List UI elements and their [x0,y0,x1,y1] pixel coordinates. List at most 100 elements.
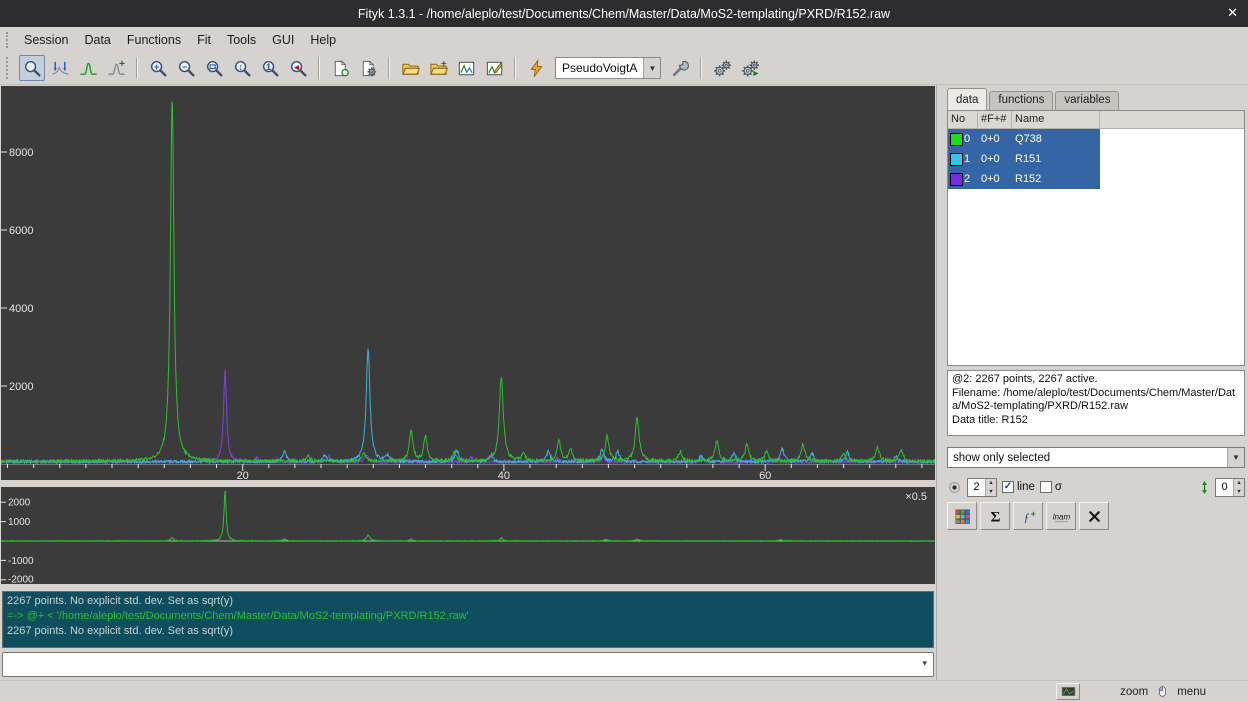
toolbar-separator [388,57,390,79]
menu-bar: SessionDataFunctionsFitToolsGUIHelp [0,27,1248,52]
filter-dropdown[interactable]: show only selected ▼ [947,447,1245,468]
data-row[interactable]: 20+0R152 [948,169,1244,189]
data-color-swatch[interactable] [950,173,963,186]
svg-text:-1000: -1000 [8,556,34,567]
function-type-value: PseudoVoigtA [556,61,643,75]
magnifier-icon [23,59,42,78]
copy-function-button[interactable]: ƒ+ [1013,502,1043,530]
toolbar-separator [700,57,702,79]
function-type-select[interactable]: PseudoVoigtA▼ [555,57,661,79]
zoom-100-button[interactable]: 1 [257,55,283,81]
close-button[interactable]: ✕ [1227,5,1238,20]
spin-down-icon[interactable]: ▼ [1234,488,1244,497]
data-list-header: No#F+#Name [948,111,1244,129]
shift-value: 0 [1216,479,1233,496]
svg-text:◂: ◂ [293,61,299,71]
sigma-icon: Σ [986,507,1005,526]
menu-functions[interactable]: Functions [119,30,189,50]
spinner-buttons[interactable]: ▲▼ [1233,479,1244,496]
svg-text:20: 20 [237,470,249,480]
zoom-out-button[interactable]: − [173,55,199,81]
image-frame-icon [457,59,476,78]
svg-text:+: + [1030,508,1035,518]
open-data-button[interactable] [397,55,423,81]
data-table-button[interactable] [947,502,977,530]
main-plot[interactable]: 2040602000400060008000 [1,86,935,480]
session-settings-button[interactable] [355,55,381,81]
run-script-button[interactable] [523,55,549,81]
magnifier-vert-icon: ↕ [233,59,252,78]
shift-spinner[interactable]: 0 ▲▼ [1215,478,1245,497]
spin-up-icon[interactable]: ▲ [1234,479,1244,488]
delete-data-button[interactable] [1079,502,1109,530]
swatch-cell [948,169,964,189]
data-row[interactable]: 10+0R151 [948,149,1244,169]
point-size-icon [947,480,962,495]
menu-gui[interactable]: GUI [264,30,302,50]
svg-text:Σ: Σ [990,508,1000,525]
menu-tools[interactable]: Tools [219,30,264,50]
toolbar-separator [514,57,516,79]
command-input[interactable] [2,652,934,677]
data-color-swatch[interactable] [950,153,963,166]
data-number: 2 [964,169,978,189]
tab-data[interactable]: data [947,88,987,110]
aux-plot-toggle-button[interactable] [1056,683,1080,700]
svg-text:×0.5: ×0.5 [905,491,927,503]
image-edit-icon [485,59,504,78]
spinner-buttons[interactable]: ▲▼ [985,479,996,496]
svg-text:+: + [153,61,158,71]
grid-colored-icon [953,507,972,526]
zoom-vertical-button[interactable]: ↕ [229,55,255,81]
svg-text:↕: ↕ [238,61,243,71]
new-session-button[interactable] [327,55,353,81]
auxiliary-plot[interactable]: 20001000-1000-2000×0.5 [1,487,935,584]
data-row[interactable]: 00+0Q738 [948,129,1244,149]
sigma-checkbox[interactable]: σ [1040,481,1062,493]
magnifier-all-icon [205,59,224,78]
magnifier-minus-icon: − [177,59,196,78]
menu-help[interactable]: Help [302,30,344,50]
line-checkbox[interactable]: ✓ line [1002,481,1035,493]
magnifier-plus-icon: + [149,59,168,78]
chevron-down-icon[interactable]: ▼ [643,58,660,78]
range-arrows-icon [51,59,70,78]
zoom-previous-button[interactable]: ◂ [285,55,311,81]
shift-icon [1197,480,1212,495]
rename-data-button[interactable]: lnam [1046,502,1076,530]
app-window: Fityk 1.3.1 - /home/aleplo/test/Document… [0,0,1248,702]
wrench-icon [671,59,690,78]
append-data-button[interactable]: + [425,55,451,81]
point-size-spinner[interactable]: 2 ▲▼ [967,478,997,497]
data-color-swatch[interactable] [950,133,963,146]
zoom-mode-button[interactable] [19,55,45,81]
edit-plot-button[interactable] [481,55,507,81]
baseline-mode-button[interactable] [75,55,101,81]
zoom-in-button[interactable]: + [145,55,171,81]
menu-fit[interactable]: Fit [189,30,219,50]
data-number: 1 [964,149,978,169]
func-letters-icon: ƒ+ [1019,507,1038,526]
input-history-dropdown-icon[interactable]: ▾ [922,658,927,669]
spin-up-icon[interactable]: ▲ [986,479,996,488]
cross-icon [1085,507,1104,526]
peak-add-icon: + [107,59,126,78]
tab-variables[interactable]: variables [1055,91,1119,110]
menu-session[interactable]: Session [16,30,76,50]
svg-text:+: + [118,59,124,70]
save-plot-button[interactable] [453,55,479,81]
display-controls: 2 ▲▼ ✓ line σ 0 ▲▼ [947,476,1245,498]
range-mode-button[interactable] [47,55,73,81]
sum-button[interactable]: Σ [980,502,1010,530]
fit-button[interactable] [709,55,735,81]
define-function-button[interactable] [667,55,693,81]
zoom-all-button[interactable] [201,55,227,81]
add-peak-mode-button[interactable]: + [103,55,129,81]
point-dot-icon [947,480,962,495]
svg-text:1000: 1000 [8,517,31,528]
spin-down-icon[interactable]: ▼ [986,488,996,497]
tab-functions[interactable]: functions [989,91,1053,110]
menu-data[interactable]: Data [76,30,118,50]
fit-continue-button[interactable] [737,55,763,81]
console-line: 2267 points. No explicit std. dev. Set a… [7,594,929,609]
